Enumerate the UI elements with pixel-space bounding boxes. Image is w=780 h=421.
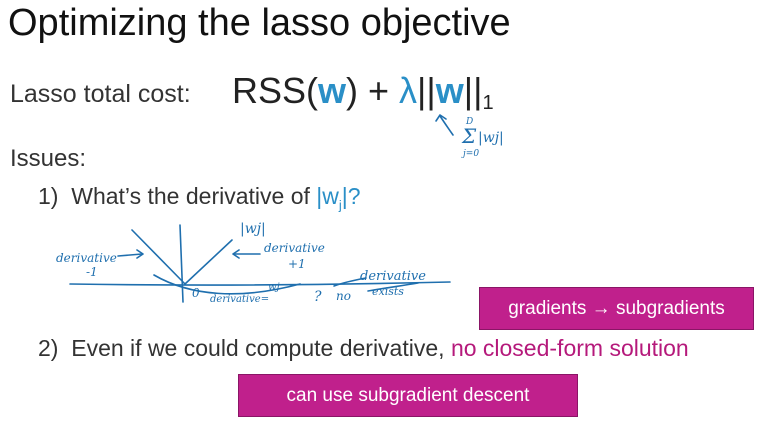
- no-deriv-3: exists: [372, 285, 404, 298]
- handwritten-annotations: D Σ |wj| j=0 |wj| derivative -1 derivati…: [56, 114, 504, 305]
- sketch-left-branch: [131, 229, 186, 285]
- sketch-right-branch: [184, 239, 233, 285]
- deriv-left-label: derivative: [56, 251, 117, 265]
- sketch-origin: 0: [192, 286, 200, 300]
- deriv-right-label: derivative: [264, 241, 325, 255]
- sum-lower: j=0: [461, 149, 479, 159]
- sum-sigma: Σ: [461, 124, 477, 148]
- deriv-right-value: +1: [288, 257, 306, 271]
- bottom-w-label: wj: [268, 282, 280, 293]
- sketch-abs-label: |wj|: [240, 221, 266, 237]
- deriv-left-value: -1: [86, 265, 98, 279]
- abs-sketch: |wj| derivative -1 derivative +1 0 deriv…: [56, 221, 451, 305]
- no-deriv-1: no: [336, 289, 351, 303]
- left-arrow: [117, 253, 143, 257]
- sketch-y-axis: [179, 224, 184, 303]
- sum-term: |wj|: [478, 130, 504, 146]
- bottom-derivative-label: derivative=: [210, 294, 269, 305]
- no-deriv-2: derivative: [360, 269, 426, 284]
- sketch-question: ?: [314, 289, 322, 305]
- sum-annotation: D Σ |wj| j=0: [435, 114, 504, 159]
